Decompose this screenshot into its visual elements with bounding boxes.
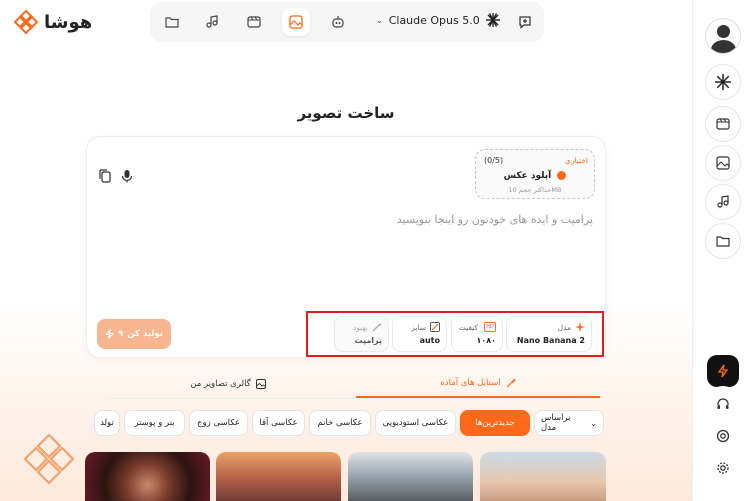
generate-cost: ۹ xyxy=(118,329,124,339)
tab-my-gallery[interactable]: گالری تصاویر من xyxy=(106,370,350,398)
upload-optional-label: اختیاری xyxy=(564,156,588,165)
lightning-icon xyxy=(717,364,729,378)
style-tabs: استایل های آماده گالری تصاویر من xyxy=(86,370,600,398)
brush-icon xyxy=(506,378,516,388)
chevron-down-icon: ⌄ xyxy=(590,418,597,428)
model-option-label: مدل xyxy=(557,323,571,332)
claude-logo-icon xyxy=(485,13,500,27)
app-logo[interactable]: هوشا xyxy=(12,8,92,36)
generate-label: تولید کن xyxy=(127,329,163,339)
at-icon xyxy=(716,429,730,443)
upload-icon xyxy=(557,171,567,180)
tabs-divider xyxy=(106,398,600,399)
sidebar-support-button[interactable] xyxy=(705,386,741,422)
gear-icon xyxy=(717,462,729,474)
model-option-value: Nano Banana 2 xyxy=(516,336,585,345)
size-option-value: auto xyxy=(419,336,440,345)
image-icon[interactable] xyxy=(282,8,310,36)
chevron-down-icon: ⌄ xyxy=(376,15,383,25)
right-sidebar xyxy=(692,0,752,501)
image-icon xyxy=(716,156,730,170)
music-icon[interactable] xyxy=(198,8,226,36)
robot-icon[interactable] xyxy=(324,8,352,36)
new-chat-icon xyxy=(519,16,531,29)
filter-women[interactable]: عکاسی خانم xyxy=(309,410,371,436)
filter-couple[interactable]: عکاسی زوج xyxy=(189,410,248,436)
style-thumbnail[interactable] xyxy=(85,452,210,501)
upload-photo-box[interactable]: اختیاری (0/5) آپلود عکس حداکثر حجم 10MB xyxy=(475,149,595,199)
tab-ready-styles-label: استایل های آماده xyxy=(440,378,501,388)
size-option-label: سایز xyxy=(411,323,426,332)
tab-ready-styles[interactable]: استایل های آماده xyxy=(356,370,600,398)
style-thumbnail[interactable] xyxy=(480,452,606,501)
copy-icon[interactable] xyxy=(99,169,111,186)
resize-icon xyxy=(430,322,440,332)
generate-button[interactable]: ۹ تولید کن xyxy=(97,319,171,349)
folder-icon xyxy=(716,236,730,247)
sidebar-lightning-button[interactable] xyxy=(707,355,739,387)
upload-title: آپلود عکس xyxy=(503,171,552,181)
model-selector-label: Claude Opus 5.0 xyxy=(388,13,480,27)
filter-birthday[interactable]: تولد xyxy=(94,410,120,436)
music-icon xyxy=(717,195,729,208)
quality-option[interactable]: کیفیت HD ۱۰۸۰ xyxy=(451,316,503,352)
size-option[interactable]: سایز auto xyxy=(392,316,447,352)
sidebar-music-button[interactable] xyxy=(705,184,741,220)
sparkle-icon xyxy=(575,322,585,332)
top-navigation: ⌄ Claude Opus 5.0 xyxy=(150,2,544,42)
sidebar-account-button[interactable] xyxy=(705,418,741,454)
filter-men[interactable]: عکاسی آقا xyxy=(252,410,305,436)
sidebar-claude-button[interactable] xyxy=(705,64,741,100)
style-thumbnail[interactable] xyxy=(216,452,341,501)
model-option[interactable]: مدل Nano Banana 2 xyxy=(506,316,592,352)
upload-note: حداکثر حجم 10MB xyxy=(508,186,562,194)
new-chat-button[interactable] xyxy=(506,2,544,42)
wand-icon xyxy=(372,322,382,332)
page-title: ساخت تصویر xyxy=(297,104,395,122)
filter-studio[interactable]: عکاسی استودیویی xyxy=(375,410,456,436)
claude-logo-icon xyxy=(715,74,731,90)
sort-dropdown-label: براساس مدل xyxy=(541,413,571,433)
lightning-icon xyxy=(105,329,115,339)
filter-newest[interactable]: جدیدترین‌ها xyxy=(460,410,530,436)
video-icon[interactable] xyxy=(240,8,268,36)
hd-badge-icon: HD xyxy=(484,322,496,332)
model-selector[interactable]: ⌄ Claude Opus 5.0 xyxy=(376,13,500,27)
upload-count: (0/5) xyxy=(484,156,504,165)
decorative-emblem-icon xyxy=(23,433,75,485)
sidebar-image-button[interactable] xyxy=(705,145,741,181)
filter-banner-poster[interactable]: بنر و پوستر xyxy=(124,410,185,436)
tab-my-gallery-label: گالری تصاویر من xyxy=(190,379,251,389)
sidebar-video-button[interactable] xyxy=(705,106,741,142)
quality-option-value: ۱۰۸۰ xyxy=(476,336,496,345)
video-icon xyxy=(716,118,730,130)
folder-icon[interactable] xyxy=(158,8,186,36)
logo-icon xyxy=(13,9,39,35)
app-name: هوشا xyxy=(44,11,93,33)
sidebar-folder-button[interactable] xyxy=(705,223,741,259)
sort-dropdown[interactable]: براساس مدل ⌄ xyxy=(534,410,604,436)
headset-icon xyxy=(717,398,729,409)
enhance-prompt-option[interactable]: بهبود پرامپت xyxy=(334,316,389,352)
upload-title-row: آپلود عکس xyxy=(476,171,594,181)
gallery-icon xyxy=(255,379,266,389)
enhance-option-label: بهبود xyxy=(352,323,368,332)
sidebar-settings-button[interactable] xyxy=(705,450,741,486)
avatar[interactable] xyxy=(705,18,741,54)
microphone-icon[interactable] xyxy=(121,169,133,186)
style-thumbnail[interactable] xyxy=(348,452,473,501)
enhance-option-value: پرامپت xyxy=(354,336,382,345)
prompt-input[interactable]: پرامپت و ایده های خودتون رو اینجا بنویسی… xyxy=(397,213,593,226)
quality-option-label: کیفیت xyxy=(458,323,478,332)
